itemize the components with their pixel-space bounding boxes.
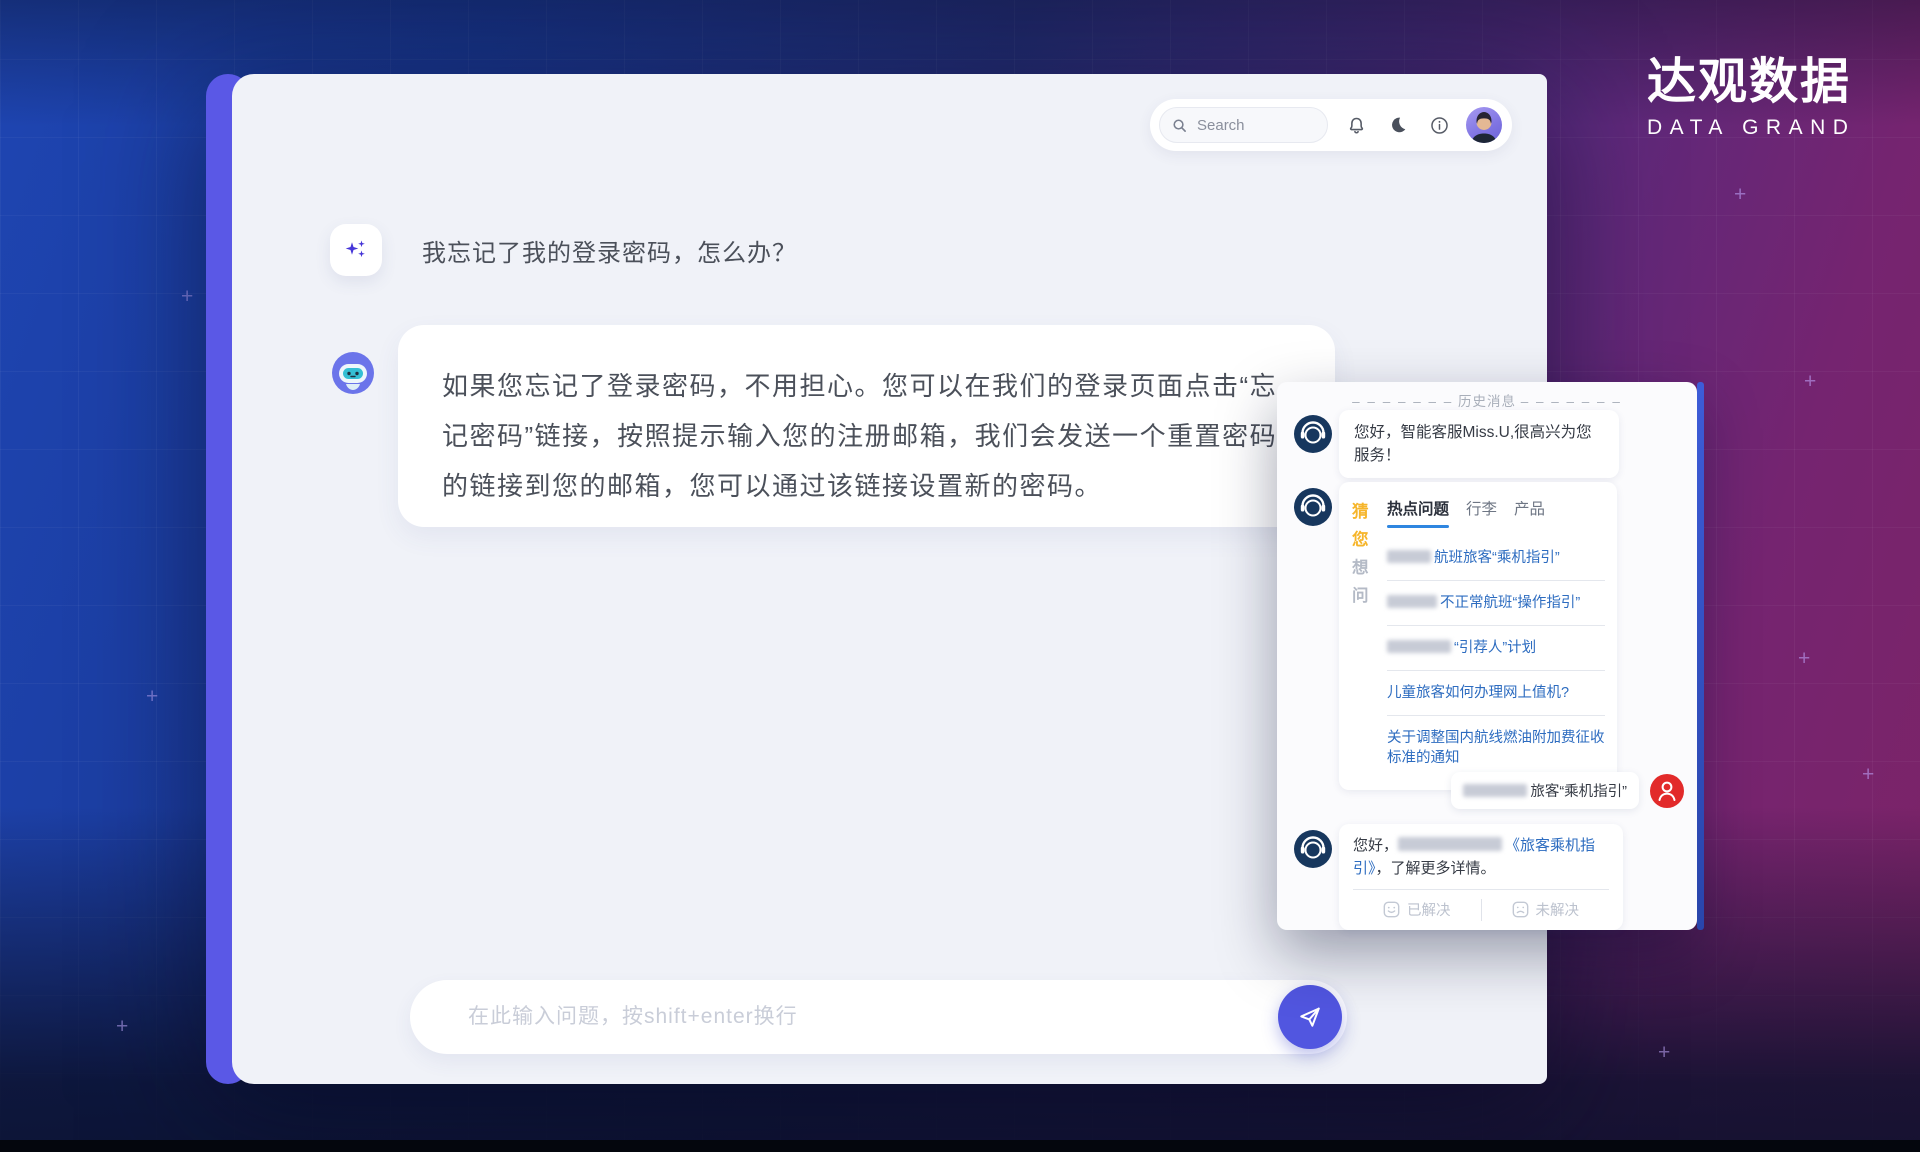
- paper-plane-icon: [1296, 1003, 1324, 1031]
- history-header: – – – – – – – 历史消息 – – – – – – –: [1277, 390, 1697, 410]
- smiley-face-icon: [1383, 901, 1400, 918]
- search-box[interactable]: [1159, 107, 1328, 143]
- answer-bubble: 您好，《旅客乘机指引》，了解更多详情。 已解决 未解决: [1339, 824, 1623, 930]
- tab-hot-questions[interactable]: 热点问题: [1387, 497, 1449, 519]
- history-user-row: 旅客“乘机指引”: [1451, 772, 1685, 809]
- search-icon: [1172, 118, 1187, 133]
- suggest-char: 想: [1352, 554, 1374, 582]
- brand-name-en: DATA GRAND: [1647, 116, 1873, 140]
- send-button[interactable]: [1278, 985, 1342, 1049]
- user-message-row: 我忘记了我的登录密码，怎么办？: [330, 224, 797, 276]
- question-tabs: 热点问题 行李 产品: [1387, 497, 1605, 519]
- plus-marker: [1798, 648, 1810, 669]
- agent-avatar-icon: [1293, 829, 1333, 869]
- suggest-vertical-label: 猜 您 想 问: [1352, 495, 1374, 780]
- suggest-char: 问: [1352, 582, 1374, 610]
- history-panel: – – – – – – – 历史消息 – – – – – – – 您好，智能客服…: [1277, 382, 1697, 930]
- tab-luggage[interactable]: 行李: [1466, 497, 1497, 519]
- blurred-text: [1463, 784, 1527, 797]
- question-link[interactable]: “引荐人”计划: [1387, 626, 1605, 671]
- blurred-text: [1398, 837, 1502, 851]
- header-dashes: – – – – – – –: [1521, 394, 1622, 409]
- suggestions-card: 猜 您 想 问 热点问题 行李 产品 航班旅客“乘机指引” 不正常航班“操作指引…: [1339, 482, 1617, 790]
- message-input-bar: [410, 980, 1347, 1054]
- suggest-char: 猜: [1352, 498, 1374, 526]
- user-message-text: 我忘记了我的登录密码，怎么办？: [422, 233, 797, 268]
- plus-marker: [1734, 184, 1746, 205]
- greeting-bubble: 您好，智能客服Miss.U,很高兴为您服务！: [1339, 410, 1619, 478]
- screen-bottom-strip: [0, 1140, 1920, 1152]
- question-list: 航班旅客“乘机指引” 不正常航班“操作指引” “引荐人”计划 儿童旅客如何办理网…: [1387, 536, 1605, 780]
- user-avatar[interactable]: [1466, 107, 1502, 143]
- resolved-button[interactable]: 已解决: [1353, 897, 1481, 922]
- feedback-bar: 已解决 未解决: [1353, 889, 1609, 922]
- notification-bell-icon[interactable]: [1344, 112, 1369, 138]
- blurred-text: [1387, 550, 1431, 563]
- tab-product[interactable]: 产品: [1514, 497, 1545, 519]
- agent-avatar-icon: [1293, 487, 1333, 527]
- blurred-text: [1387, 595, 1437, 608]
- sad-face-icon: [1512, 901, 1529, 918]
- plus-marker: [146, 686, 158, 707]
- question-link[interactable]: 儿童旅客如何办理网上值机?: [1387, 671, 1605, 716]
- answer-text: 您好，《旅客乘机指引》，了解更多详情。: [1353, 834, 1609, 880]
- agent-avatar-icon: [1293, 414, 1333, 454]
- answer-prefix: 您好，: [1353, 837, 1398, 854]
- plus-marker: [181, 286, 193, 307]
- blurred-text: [1387, 640, 1451, 653]
- question-link[interactable]: 不正常航班“操作指引”: [1387, 581, 1605, 626]
- suggest-char: 您: [1352, 526, 1374, 554]
- brand-name-cn: 达观数据: [1647, 56, 1873, 110]
- history-scrollbar[interactable]: [1697, 382, 1704, 930]
- message-input[interactable]: [466, 1004, 1278, 1030]
- answer-suffix: ，了解更多详情。: [1376, 860, 1496, 877]
- plus-marker: [116, 1016, 128, 1037]
- info-icon[interactable]: [1427, 112, 1452, 138]
- plus-marker: [1862, 764, 1874, 785]
- history-header-label: 历史消息: [1458, 394, 1516, 409]
- bot-avatar-icon: [330, 350, 376, 396]
- question-link[interactable]: 关于调整国内航线燃油附加费征收标准的通知: [1387, 716, 1605, 780]
- unresolved-button[interactable]: 未解决: [1482, 897, 1610, 922]
- plus-marker: [1804, 371, 1816, 392]
- bot-message-text: 如果您忘记了登录密码，不用担心。您可以在我们的登录页面点击“忘记密码”链接，按照…: [442, 361, 1291, 511]
- search-input[interactable]: [1195, 116, 1305, 135]
- topbar: [1150, 99, 1512, 151]
- brand-logo: 达观数据 DATA GRAND: [1647, 56, 1873, 140]
- plus-marker: [1658, 1042, 1670, 1063]
- bot-message-bubble: 如果您忘记了登录密码，不用担心。您可以在我们的登录页面点击“忘记密码”链接，按照…: [398, 325, 1335, 527]
- history-user-message: 旅客“乘机指引”: [1451, 772, 1639, 809]
- header-dashes: – – – – – – –: [1352, 394, 1453, 409]
- desktop-background: 达观数据 DATA GRAND: [0, 0, 1920, 1152]
- dark-mode-moon-icon[interactable]: [1385, 112, 1410, 138]
- sparkles-icon: [330, 224, 382, 276]
- question-link[interactable]: 航班旅客“乘机指引”: [1387, 536, 1605, 581]
- customer-avatar-icon: [1649, 773, 1685, 809]
